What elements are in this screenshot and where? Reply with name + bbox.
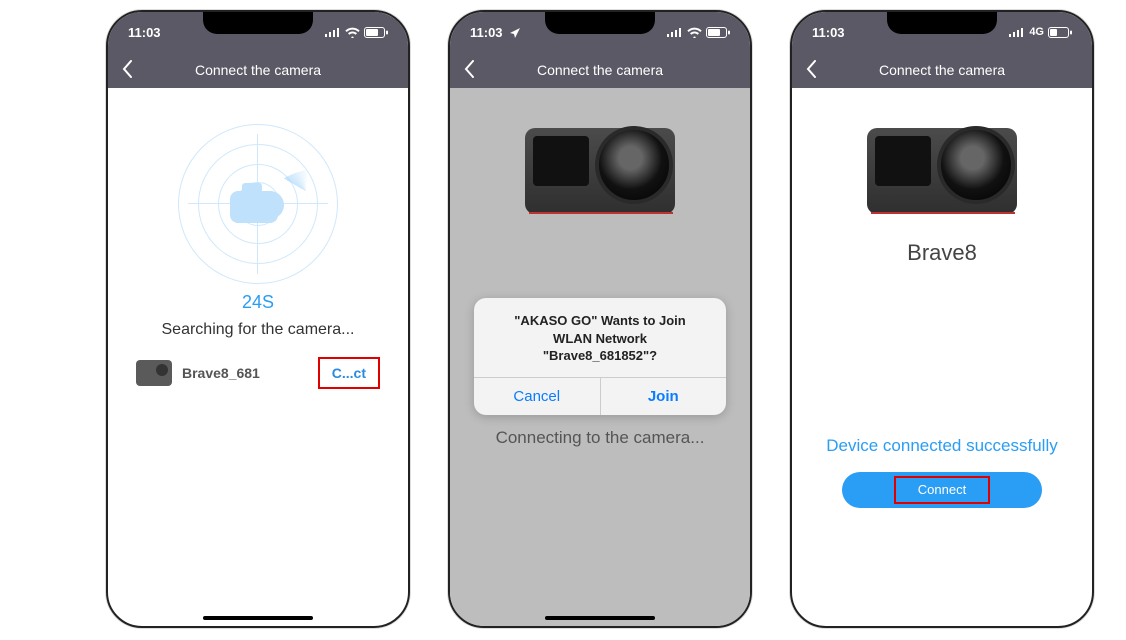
join-button[interactable]: Join (600, 378, 727, 415)
status-time: 11:03 (812, 25, 845, 40)
battery-icon (364, 27, 388, 38)
searching-text: Searching for the camera... (108, 321, 408, 339)
camera-image (857, 114, 1027, 224)
nav-bar: Connect the camera (450, 52, 750, 88)
cancel-button[interactable]: Cancel (474, 378, 600, 415)
battery-icon (706, 27, 730, 38)
alert-message: "AKASO GO" Wants to Join WLAN Network "B… (474, 298, 726, 377)
found-device-row[interactable]: Brave8_681 C...ct (136, 357, 380, 389)
connecting-text: Connecting to the camera... (450, 428, 750, 448)
wifi-icon (687, 27, 702, 38)
camera-thumb-icon (136, 360, 172, 386)
phone-notch (887, 12, 997, 34)
alert-line2: WLAN Network (490, 330, 710, 348)
location-arrow-icon (510, 28, 520, 38)
nav-bar: Connect the camera (108, 52, 408, 88)
cell-signal-icon (667, 27, 683, 37)
connect-button[interactable]: Connect (842, 472, 1042, 508)
countdown-text: 24S (108, 292, 408, 313)
wlan-join-alert: "AKASO GO" Wants to Join WLAN Network "B… (474, 298, 726, 415)
radar-graphic (178, 124, 338, 284)
back-icon[interactable] (464, 60, 474, 81)
screen-searching: 24S Searching for the camera... Brave8_6… (108, 88, 408, 626)
status-time: 11:03 (470, 25, 503, 40)
home-indicator (203, 616, 313, 620)
back-icon[interactable] (806, 60, 816, 81)
home-indicator (545, 616, 655, 620)
phone-notch (203, 12, 313, 34)
nav-title: Connect the camera (195, 62, 321, 78)
alert-line1: "AKASO GO" Wants to Join (490, 312, 710, 330)
nav-title: Connect the camera (537, 62, 663, 78)
success-message: Device connected successfully (792, 436, 1092, 456)
screen-connecting: Connecting to the camera... "AKASO GO" W… (450, 88, 750, 626)
alert-line3: "Brave8_681852"? (490, 347, 710, 365)
cell-signal-icon (325, 27, 341, 37)
nav-bar: Connect the camera (792, 52, 1092, 88)
camera-image (515, 114, 685, 224)
connect-link[interactable]: C...ct (318, 357, 380, 389)
cell-signal-icon (1009, 27, 1025, 37)
back-icon[interactable] (122, 60, 132, 81)
device-title: Brave8 (792, 240, 1092, 266)
screen-success: Brave8 Device connected successfully Con… (792, 88, 1092, 626)
status-time: 11:03 (128, 25, 161, 40)
device-name-label: Brave8_681 (182, 365, 318, 381)
phone-notch (545, 12, 655, 34)
nav-title: Connect the camera (879, 62, 1005, 78)
camera-silhouette-icon (226, 179, 290, 229)
network-4g-label: 4G (1029, 26, 1044, 38)
battery-icon (1048, 27, 1072, 38)
wifi-icon (345, 27, 360, 38)
